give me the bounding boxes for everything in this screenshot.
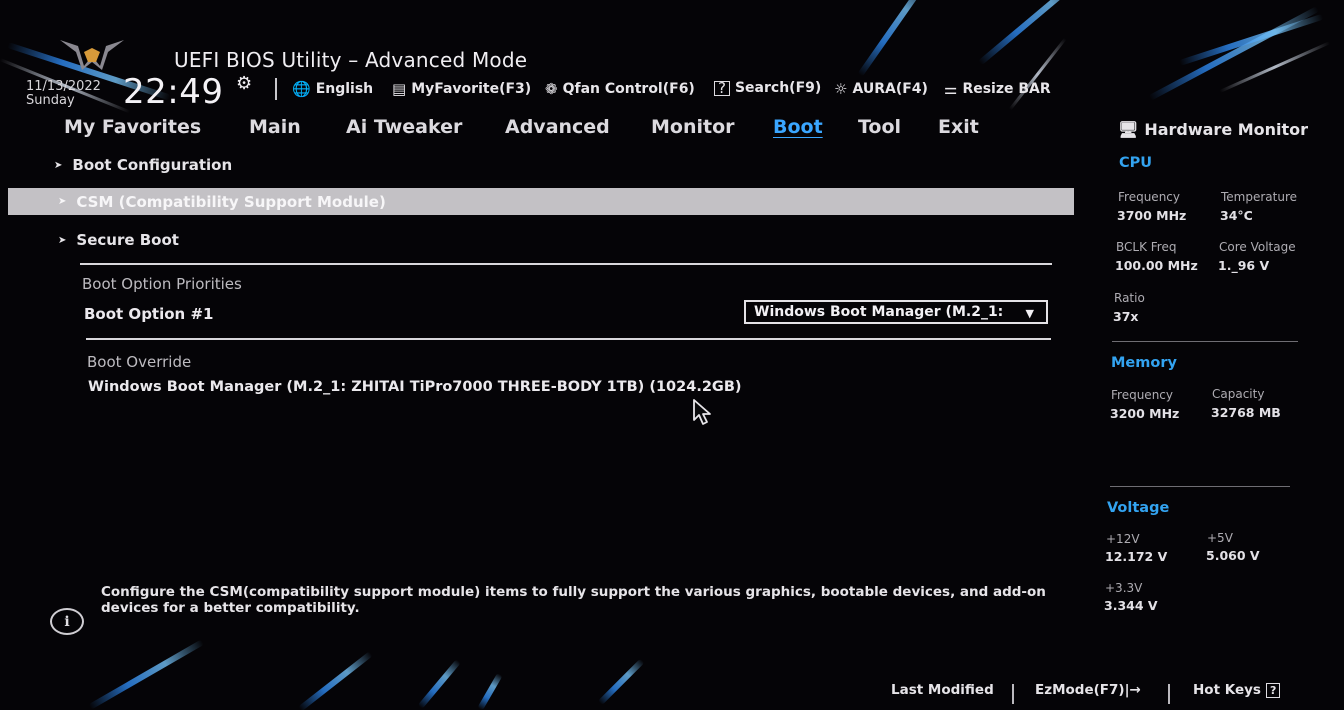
cpu-temperature-label: Temperature: [1221, 190, 1298, 204]
boot-override-heading: Boot Override: [87, 353, 192, 371]
menu-item-label: Boot Configuration: [72, 156, 233, 174]
cpu-heading: CPU: [1119, 155, 1153, 171]
hw-divider: [1110, 486, 1290, 487]
memory-capacity-label: Capacity: [1212, 387, 1265, 401]
mouse-cursor-icon: [693, 399, 711, 425]
ezmode-button[interactable]: EzMode(F7)|→: [1035, 682, 1141, 698]
chevron-right-icon: ➤: [58, 234, 67, 246]
tab-tool[interactable]: Tool: [858, 116, 901, 138]
menu-item-label: Secure Boot: [76, 231, 179, 249]
last-modified-button[interactable]: Last Modified: [891, 682, 994, 698]
fan-icon: ❁: [545, 80, 558, 98]
voltage-heading: Voltage: [1107, 500, 1170, 516]
header-divider: [275, 78, 277, 100]
resize-bar-button[interactable]: ⚌ Resize BAR: [944, 80, 1051, 98]
gear-icon[interactable]: ⚙: [236, 73, 252, 94]
chevron-right-icon: ➤: [54, 159, 63, 171]
memory-heading: Memory: [1111, 355, 1177, 371]
qfan-label: Qfan Control(F6): [562, 81, 695, 97]
boot-option-1-label: Boot Option #1: [84, 305, 214, 323]
tab-boot[interactable]: Boot: [773, 116, 823, 138]
day-display: Sunday: [26, 93, 75, 108]
myfavorite-label: MyFavorite(F3): [411, 81, 532, 97]
language-button[interactable]: 🌐 English: [292, 80, 373, 98]
aura-icon: ☼: [834, 80, 848, 98]
section-divider: [80, 263, 1052, 265]
globe-icon: 🌐: [292, 80, 311, 98]
hardware-monitor-label: Hardware Monitor: [1144, 120, 1309, 139]
search-label: Search(F9): [734, 80, 822, 96]
v5-label: +5V: [1207, 531, 1233, 545]
tab-ai-tweaker[interactable]: Ai Tweaker: [346, 116, 462, 138]
ratio-label: Ratio: [1114, 291, 1145, 305]
tab-main[interactable]: Main: [249, 116, 301, 138]
chevron-right-icon: ➤: [58, 196, 67, 207]
help-text: Configure the CSM(compatibility support …: [101, 584, 1046, 616]
core-voltage-value: 1._96 V: [1218, 258, 1270, 273]
v33-value: 3.344 V: [1104, 598, 1158, 613]
v12-label: +12V: [1106, 532, 1140, 546]
bclk-label: BCLK Freq: [1116, 240, 1177, 254]
hot-keys-label: Hot Keys: [1193, 682, 1261, 698]
chevron-down-icon: ▼: [1025, 307, 1034, 320]
menu-item-boot-configuration[interactable]: ➤ Boot Configuration: [54, 156, 232, 174]
bclk-value: 100.00 MHz: [1115, 258, 1198, 273]
boot-option-priorities-heading: Boot Option Priorities: [82, 275, 242, 293]
memory-capacity-value: 32768 MB: [1211, 405, 1281, 420]
resize-bar-icon: ⚌: [944, 80, 958, 98]
v12-value: 12.172 V: [1105, 549, 1168, 564]
resize-bar-label: Resize BAR: [962, 81, 1051, 97]
tab-my-favorites[interactable]: My Favorites: [64, 116, 201, 138]
aura-label: AURA(F4): [852, 81, 928, 97]
tuf-logo-icon: [60, 40, 124, 70]
memory-frequency-value: 3200 MHz: [1110, 406, 1180, 421]
myfavorite-icon: ▤: [392, 80, 407, 98]
menu-item-label: CSM (Compatibility Support Module): [76, 192, 386, 211]
dropdown-value: Windows Boot Manager (M.2_1:: [754, 304, 1004, 320]
hw-divider: [1112, 341, 1298, 342]
tab-advanced[interactable]: Advanced: [505, 116, 610, 138]
info-icon: i: [50, 608, 84, 635]
monitor-icon: 🖥: [1118, 120, 1139, 139]
menu-item-csm[interactable]: ➤ CSM (Compatibility Support Module): [8, 188, 1074, 215]
hot-keys-button[interactable]: Hot Keys ?: [1193, 682, 1281, 698]
selected-row[interactable]: ➤ CSM (Compatibility Support Module): [8, 188, 1074, 215]
ratio-value: 37x: [1113, 309, 1139, 324]
language-label: English: [315, 81, 374, 97]
cpu-temperature-value: 34°C: [1220, 208, 1253, 223]
date-display: 11/13/2022: [26, 79, 101, 94]
menu-item-secure-boot[interactable]: ➤ Secure Boot: [58, 231, 179, 249]
search-question-icon: ?: [714, 80, 730, 96]
boot-override-item[interactable]: Windows Boot Manager (M.2_1: ZHITAI TiPr…: [88, 379, 742, 395]
myfavorite-button[interactable]: ▤ MyFavorite(F3): [392, 80, 531, 98]
tab-monitor[interactable]: Monitor: [651, 116, 735, 138]
tab-exit[interactable]: Exit: [938, 116, 979, 138]
v5-value: 5.060 V: [1206, 548, 1260, 563]
footer-divider: [1012, 684, 1014, 704]
app-title: UEFI BIOS Utility – Advanced Mode: [174, 48, 528, 72]
cpu-frequency-value: 3700 MHz: [1117, 208, 1187, 223]
header-bar: UEFI BIOS Utility – Advanced Mode 11/13/…: [0, 36, 1344, 114]
v33-label: +3.3V: [1105, 581, 1143, 595]
cpu-frequency-label: Frequency: [1118, 190, 1180, 204]
footer-divider: [1168, 684, 1170, 704]
qfan-control-button[interactable]: ❁ Qfan Control(F6): [545, 80, 695, 98]
hardware-monitor-title: 🖥 Hardware Monitor: [1118, 120, 1308, 139]
section-divider: [86, 338, 1051, 340]
core-voltage-label: Core Voltage: [1219, 240, 1296, 254]
help-question-icon: ?: [1265, 682, 1281, 698]
boot-option-1-dropdown[interactable]: Windows Boot Manager (M.2_1: ▼: [744, 300, 1048, 324]
memory-frequency-label: Frequency: [1111, 388, 1173, 402]
search-button[interactable]: ? Search(F9): [714, 80, 821, 96]
aura-button[interactable]: ☼ AURA(F4): [834, 80, 928, 98]
clock-display[interactable]: 22:49: [123, 72, 223, 112]
